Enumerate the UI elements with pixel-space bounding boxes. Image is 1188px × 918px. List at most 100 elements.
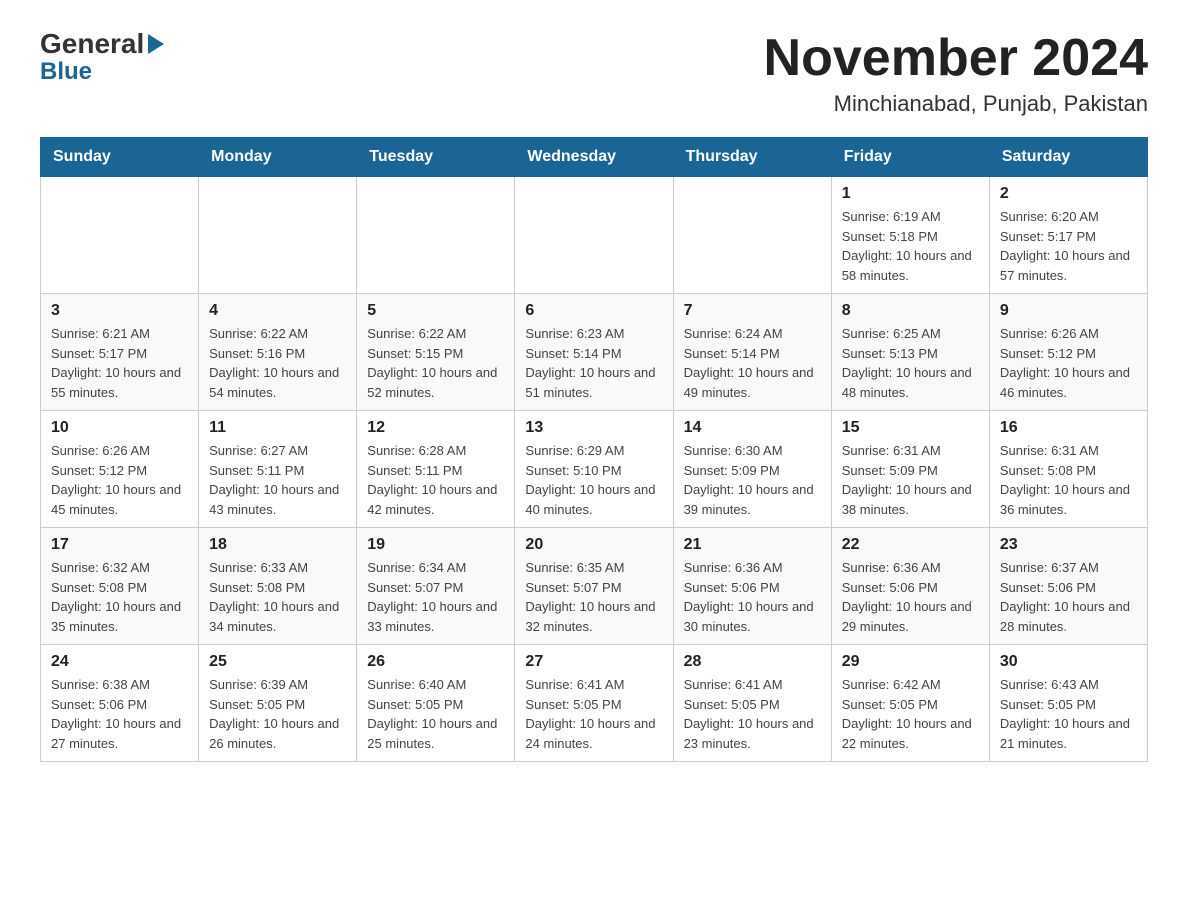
day-number: 8 — [842, 302, 979, 320]
day-number: 14 — [684, 419, 821, 437]
calendar-cell: 14 Sunrise: 6:30 AMSunset: 5:09 PMDayligh… — [673, 411, 831, 528]
day-info: Sunrise: 6:41 AMSunset: 5:05 PMDaylight:… — [525, 675, 662, 753]
day-number: 7 — [684, 302, 821, 320]
calendar-cell — [357, 177, 515, 294]
day-number: 1 — [842, 185, 979, 203]
day-info: Sunrise: 6:23 AMSunset: 5:14 PMDaylight:… — [525, 324, 662, 402]
day-number: 2 — [1000, 185, 1137, 203]
calendar-day-header: Sunday — [41, 138, 199, 177]
calendar-cell: 3Sunrise: 6:21 AMSunset: 5:17 PMDaylight… — [41, 294, 199, 411]
day-number: 3 — [51, 302, 188, 320]
day-info: Sunrise: 6:36 AMSunset: 5:06 PMDaylight:… — [684, 558, 821, 636]
calendar-cell: 5 Sunrise: 6:22 AMSunset: 5:15 PMDaylight… — [357, 294, 515, 411]
day-info: Sunrise: 6:30 AMSunset: 5:09 PMDaylight:… — [684, 441, 821, 519]
day-number: 6 — [525, 302, 662, 320]
calendar-day-header: Thursday — [673, 138, 831, 177]
day-number: 15 — [842, 419, 979, 437]
day-info: Sunrise: 6:43 AMSunset: 5:05 PMDaylight:… — [1000, 675, 1137, 753]
day-number: 17 — [51, 536, 188, 554]
day-info: Sunrise: 6:40 AMSunset: 5:05 PMDaylight:… — [367, 675, 504, 753]
day-number: 22 — [842, 536, 979, 554]
day-info: Sunrise: 6:28 AMSunset: 5:11 PMDaylight:… — [367, 441, 504, 519]
calendar-cell: 24 Sunrise: 6:38 AMSunset: 5:06 PMDayligh… — [41, 645, 199, 762]
calendar-cell — [199, 177, 357, 294]
day-info: Sunrise: 6:36 AMSunset: 5:06 PMDaylight:… — [842, 558, 979, 636]
day-number: 5 — [367, 302, 504, 320]
calendar-cell: 15 Sunrise: 6:31 AMSunset: 5:09 PMDayligh… — [831, 411, 989, 528]
day-number: 12 — [367, 419, 504, 437]
page-header: General Blue November 2024 Minchianabad,… — [40, 30, 1148, 117]
day-number: 27 — [525, 653, 662, 671]
calendar-cell: 12 Sunrise: 6:28 AMSunset: 5:11 PMDayligh… — [357, 411, 515, 528]
day-info: Sunrise: 6:31 AMSunset: 5:08 PMDaylight:… — [1000, 441, 1137, 519]
logo-general-text: General — [40, 30, 144, 58]
day-info: Sunrise: 6:33 AMSunset: 5:08 PMDaylight:… — [209, 558, 346, 636]
calendar-day-header: Saturday — [989, 138, 1147, 177]
day-number: 30 — [1000, 653, 1137, 671]
calendar-day-header: Friday — [831, 138, 989, 177]
day-number: 10 — [51, 419, 188, 437]
day-info: Sunrise: 6:22 AMSunset: 5:16 PMDaylight:… — [209, 324, 346, 402]
calendar-cell: 19 Sunrise: 6:34 AMSunset: 5:07 PMDayligh… — [357, 528, 515, 645]
day-info: Sunrise: 6:26 AMSunset: 5:12 PMDaylight:… — [1000, 324, 1137, 402]
calendar-cell: 22 Sunrise: 6:36 AMSunset: 5:06 PMDayligh… — [831, 528, 989, 645]
day-number: 11 — [209, 419, 346, 437]
day-info: Sunrise: 6:26 AMSunset: 5:12 PMDaylight:… — [51, 441, 188, 519]
calendar-cell: 20 Sunrise: 6:35 AMSunset: 5:07 PMDayligh… — [515, 528, 673, 645]
logo-arrow-icon — [148, 34, 164, 54]
calendar-day-header: Monday — [199, 138, 357, 177]
day-number: 13 — [525, 419, 662, 437]
calendar-cell: 17 Sunrise: 6:32 AMSunset: 5:08 PMDayligh… — [41, 528, 199, 645]
calendar-cell: 10 Sunrise: 6:26 AMSunset: 5:12 PMDayligh… — [41, 411, 199, 528]
calendar-cell: 7 Sunrise: 6:24 AMSunset: 5:14 PMDaylight… — [673, 294, 831, 411]
day-number: 29 — [842, 653, 979, 671]
day-info: Sunrise: 6:24 AMSunset: 5:14 PMDaylight:… — [684, 324, 821, 402]
calendar-cell: 11 Sunrise: 6:27 AMSunset: 5:11 PMDayligh… — [199, 411, 357, 528]
calendar-cell: 28Sunrise: 6:41 AMSunset: 5:05 PMDayligh… — [673, 645, 831, 762]
day-number: 25 — [209, 653, 346, 671]
calendar-table: SundayMondayTuesdayWednesdayThursdayFrid… — [40, 137, 1148, 762]
day-number: 4 — [209, 302, 346, 320]
logo: General Blue — [40, 30, 164, 86]
calendar-week-row: 24 Sunrise: 6:38 AMSunset: 5:06 PMDayligh… — [41, 645, 1148, 762]
calendar-week-row: 10 Sunrise: 6:26 AMSunset: 5:12 PMDayligh… — [41, 411, 1148, 528]
calendar-cell: 9Sunrise: 6:26 AMSunset: 5:12 PMDaylight… — [989, 294, 1147, 411]
day-number: 21 — [684, 536, 821, 554]
title-area: November 2024 Minchianabad, Punjab, Paki… — [764, 30, 1148, 117]
month-title: November 2024 — [764, 30, 1148, 87]
calendar-cell: 6 Sunrise: 6:23 AMSunset: 5:14 PMDaylight… — [515, 294, 673, 411]
calendar-cell: 23Sunrise: 6:37 AMSunset: 5:06 PMDayligh… — [989, 528, 1147, 645]
day-info: Sunrise: 6:35 AMSunset: 5:07 PMDaylight:… — [525, 558, 662, 636]
day-info: Sunrise: 6:31 AMSunset: 5:09 PMDaylight:… — [842, 441, 979, 519]
calendar-cell: 1 Sunrise: 6:19 AMSunset: 5:18 PMDaylight… — [831, 177, 989, 294]
day-info: Sunrise: 6:20 AMSunset: 5:17 PMDaylight:… — [1000, 207, 1137, 285]
calendar-cell: 16 Sunrise: 6:31 AMSunset: 5:08 PMDayligh… — [989, 411, 1147, 528]
day-number: 16 — [1000, 419, 1137, 437]
day-info: Sunrise: 6:19 AMSunset: 5:18 PMDaylight:… — [842, 207, 979, 285]
day-info: Sunrise: 6:25 AMSunset: 5:13 PMDaylight:… — [842, 324, 979, 402]
day-number: 28 — [684, 653, 821, 671]
calendar-week-row: 3Sunrise: 6:21 AMSunset: 5:17 PMDaylight… — [41, 294, 1148, 411]
day-number: 24 — [51, 653, 188, 671]
day-info: Sunrise: 6:27 AMSunset: 5:11 PMDaylight:… — [209, 441, 346, 519]
calendar-cell: 26 Sunrise: 6:40 AMSunset: 5:05 PMDayligh… — [357, 645, 515, 762]
day-info: Sunrise: 6:34 AMSunset: 5:07 PMDaylight:… — [367, 558, 504, 636]
calendar-cell: 8 Sunrise: 6:25 AMSunset: 5:13 PMDaylight… — [831, 294, 989, 411]
day-info: Sunrise: 6:38 AMSunset: 5:06 PMDaylight:… — [51, 675, 188, 753]
logo-blue-text: Blue — [40, 58, 92, 85]
day-info: Sunrise: 6:32 AMSunset: 5:08 PMDaylight:… — [51, 558, 188, 636]
calendar-week-row: 17 Sunrise: 6:32 AMSunset: 5:08 PMDayligh… — [41, 528, 1148, 645]
day-info: Sunrise: 6:22 AMSunset: 5:15 PMDaylight:… — [367, 324, 504, 402]
day-info: Sunrise: 6:39 AMSunset: 5:05 PMDaylight:… — [209, 675, 346, 753]
calendar-cell: 18Sunrise: 6:33 AMSunset: 5:08 PMDayligh… — [199, 528, 357, 645]
calendar-day-header: Tuesday — [357, 138, 515, 177]
calendar-cell: 29 Sunrise: 6:42 AMSunset: 5:05 PMDayligh… — [831, 645, 989, 762]
day-number: 19 — [367, 536, 504, 554]
day-info: Sunrise: 6:42 AMSunset: 5:05 PMDaylight:… — [842, 675, 979, 753]
calendar-cell — [515, 177, 673, 294]
day-number: 26 — [367, 653, 504, 671]
calendar-cell — [673, 177, 831, 294]
day-info: Sunrise: 6:29 AMSunset: 5:10 PMDaylight:… — [525, 441, 662, 519]
day-number: 20 — [525, 536, 662, 554]
day-number: 23 — [1000, 536, 1137, 554]
